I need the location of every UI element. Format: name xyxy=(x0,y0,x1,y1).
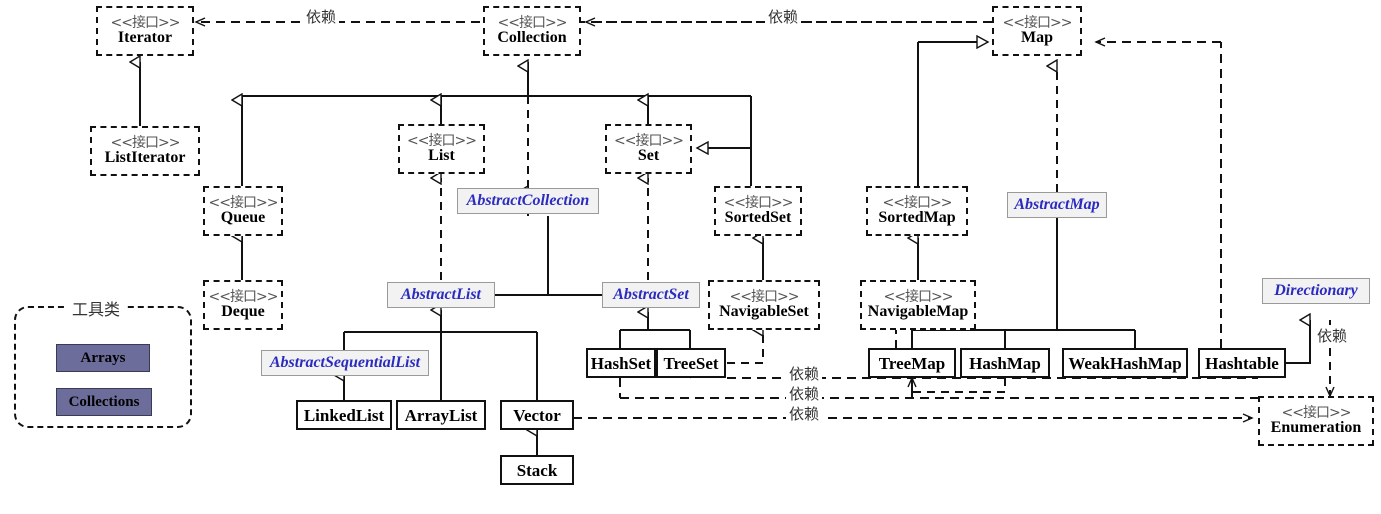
stereotype-label: <<接口>> xyxy=(882,194,953,211)
node-label: Stack xyxy=(516,460,558,480)
stereotype-label: <<接口>> xyxy=(1002,14,1073,31)
node-stack[interactable]: Stack xyxy=(500,455,574,485)
stereotype-label: <<接口>> xyxy=(497,14,568,31)
node-label: Iterator xyxy=(117,28,173,46)
node-abstractcollection[interactable]: AbstractCollection xyxy=(457,188,599,214)
node-abstractset[interactable]: AbstractSet xyxy=(602,282,700,308)
node-sortedmap[interactable]: <<接口>> SortedMap xyxy=(866,186,968,236)
stereotype-label: <<接口>> xyxy=(208,288,279,305)
edge-label-dependency-row2: 依赖 xyxy=(786,383,823,404)
node-label: Collection xyxy=(497,28,567,46)
node-label: Queue xyxy=(220,208,266,226)
edge-label-dependency-row3: 依赖 xyxy=(786,403,823,424)
node-label: SortedSet xyxy=(724,208,792,226)
stereotype-label: <<接口>> xyxy=(729,288,800,305)
node-hashset[interactable]: HashSet xyxy=(586,348,656,378)
node-iterator[interactable]: <<接口>> Iterator xyxy=(96,6,194,56)
node-label: NavigableMap xyxy=(867,302,969,320)
node-label: WeakHashMap xyxy=(1068,353,1182,373)
node-collections-utility[interactable]: Collections xyxy=(56,388,152,416)
edge-label-dependency-hashtable: 依赖 xyxy=(1314,325,1351,346)
node-label: TreeSet xyxy=(663,353,719,373)
node-label: AbstractList xyxy=(400,286,481,303)
node-label: TreeMap xyxy=(878,353,946,373)
node-navigableset[interactable]: <<接口>> NavigableSet xyxy=(708,280,820,330)
node-label: Map xyxy=(1021,28,1053,46)
node-hashtable[interactable]: Hashtable xyxy=(1198,348,1286,378)
stereotype-label: <<接口>> xyxy=(614,132,684,149)
stereotype-label: <<接口>> xyxy=(1281,404,1352,421)
node-abstractlist[interactable]: AbstractList xyxy=(387,282,495,308)
stereotype-label: <<接口>> xyxy=(110,134,181,151)
node-list[interactable]: <<接口>> List xyxy=(398,124,485,174)
node-label: Set xyxy=(637,146,660,164)
stereotype-label: <<接口>> xyxy=(208,194,279,211)
node-arrays[interactable]: Arrays xyxy=(56,344,150,372)
node-set[interactable]: <<接口>> Set xyxy=(605,124,692,174)
node-navigablemap[interactable]: <<接口>> NavigableMap xyxy=(860,280,976,330)
node-label: AbstractMap xyxy=(1014,196,1100,213)
edge-label-dependency-row1: 依赖 xyxy=(786,363,823,384)
node-label: Arrays xyxy=(80,349,126,366)
uml-diagram-canvas: <<接口>> Iterator <<接口>> ListIterator <<接口… xyxy=(0,0,1381,514)
node-label: LinkedList xyxy=(303,405,385,425)
node-label: Collections xyxy=(68,393,140,410)
node-label: Vector xyxy=(513,405,561,425)
node-label: Hashtable xyxy=(1205,353,1279,373)
node-label: Enumeration xyxy=(1270,418,1362,436)
node-collection[interactable]: <<接口>> Collection xyxy=(483,6,581,56)
node-label: ListIterator xyxy=(104,148,186,166)
node-queue[interactable]: <<接口>> Queue xyxy=(203,186,283,236)
node-label: ArrayList xyxy=(404,405,478,425)
node-label: HashMap xyxy=(969,353,1041,373)
node-label: HashSet xyxy=(590,353,652,373)
node-treemap[interactable]: TreeMap xyxy=(868,348,956,378)
node-abstractsequentiallist[interactable]: AbstractSequentialList xyxy=(261,350,429,376)
node-arraylist[interactable]: ArrayList xyxy=(396,400,486,430)
node-map[interactable]: <<接口>> Map xyxy=(992,6,1082,56)
node-listiterator[interactable]: <<接口>> ListIterator xyxy=(90,126,200,176)
node-label: AbstractSet xyxy=(613,286,689,303)
node-linkedlist[interactable]: LinkedList xyxy=(296,400,392,430)
utility-group-label: 工具类 xyxy=(66,296,127,320)
node-hashmap[interactable]: HashMap xyxy=(960,348,1050,378)
node-label: Directionary xyxy=(1274,282,1358,299)
node-abstractmap[interactable]: AbstractMap xyxy=(1007,192,1107,218)
node-enumeration[interactable]: <<接口>> Enumeration xyxy=(1258,396,1374,446)
node-label: AbstractCollection xyxy=(466,192,590,209)
node-deque[interactable]: <<接口>> Deque xyxy=(203,280,283,330)
node-sortedset[interactable]: <<接口>> SortedSet xyxy=(714,186,802,236)
node-label: SortedMap xyxy=(878,208,956,226)
node-label: List xyxy=(428,146,455,164)
edge-label-dependency-collection: 依赖 xyxy=(765,6,802,27)
stereotype-label: <<接口>> xyxy=(883,288,954,305)
node-directionary[interactable]: Directionary xyxy=(1262,278,1370,304)
node-label: AbstractSequentialList xyxy=(269,354,421,371)
stereotype-label: <<接口>> xyxy=(723,194,794,211)
edge-label-dependency-iterator: 依赖 xyxy=(303,6,340,27)
node-treeset[interactable]: TreeSet xyxy=(656,348,726,378)
stereotype-label: <<接口>> xyxy=(407,132,477,149)
node-weakhashmap[interactable]: WeakHashMap xyxy=(1062,348,1188,378)
stereotype-label: <<接口>> xyxy=(110,14,181,31)
connector-layer xyxy=(0,17,1335,455)
node-label: Deque xyxy=(221,302,265,320)
node-label: NavigableSet xyxy=(719,302,809,320)
node-vector[interactable]: Vector xyxy=(500,400,574,430)
